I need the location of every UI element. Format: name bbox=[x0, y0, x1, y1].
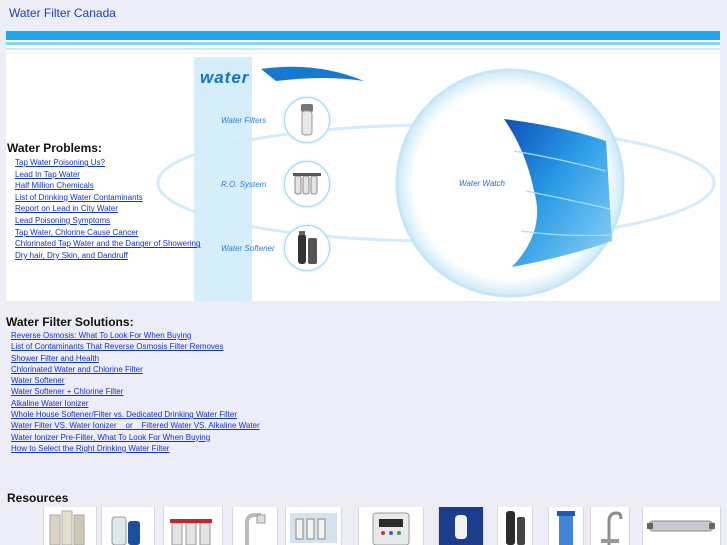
problem-link[interactable]: Dry hair, Dry Skin, and Dandruff bbox=[15, 251, 128, 260]
solution-link[interactable]: How to Select the Right Drinking Water F… bbox=[11, 444, 169, 453]
solution-link[interactable]: Water Ionizer Pre-Filter, What To Look F… bbox=[11, 433, 210, 442]
water-filters-label[interactable]: Water Filters bbox=[221, 116, 266, 125]
water-problems-list: Tap Water Poisoning Us? Lead In Tap Wate… bbox=[15, 157, 200, 261]
logo-swoosh bbox=[261, 66, 364, 81]
water-watch-label[interactable]: Water Watch bbox=[459, 179, 505, 188]
ro-unit-icon bbox=[293, 173, 321, 195]
water-filter-solutions-heading: Water Filter Solutions: bbox=[6, 315, 134, 329]
list-item: Chlorinated Tap Water and the Danger of … bbox=[15, 238, 200, 250]
problem-link[interactable]: Chlorinated Tap Water and the Danger of … bbox=[15, 239, 200, 248]
site-title[interactable]: Water Filter Canada bbox=[9, 6, 116, 20]
resource-thumbnail[interactable] bbox=[285, 507, 342, 545]
list-item: List of Contaminants That Reverse Osmosi… bbox=[11, 341, 260, 352]
list-item: How to Select the Right Drinking Water F… bbox=[11, 443, 260, 454]
faucet-filter-icon bbox=[245, 513, 266, 545]
triple-filter-icon bbox=[170, 519, 212, 545]
solution-link[interactable]: Water Softener bbox=[11, 376, 65, 385]
problem-link[interactable]: Tap Water Poisoning Us? bbox=[15, 158, 105, 167]
list-item: Dry hair, Dry Skin, and Dandruff bbox=[15, 250, 200, 262]
ro-system-label[interactable]: R.O. System bbox=[221, 180, 266, 189]
countertop-filter-icon bbox=[111, 516, 140, 545]
filter-cartridges-icon bbox=[49, 510, 85, 545]
problem-link[interactable]: Lead In Tap Water bbox=[15, 170, 80, 179]
resource-thumbnail[interactable] bbox=[642, 507, 721, 545]
housing-filter-icon bbox=[557, 511, 575, 545]
resource-thumbnail[interactable] bbox=[438, 507, 484, 545]
resource-thumbnail[interactable] bbox=[358, 507, 424, 545]
water-filter-solutions-list: Reverse Osmosis: What To Look For When B… bbox=[11, 330, 260, 454]
resource-thumbnail[interactable] bbox=[497, 507, 533, 545]
ro-system-product[interactable] bbox=[284, 161, 330, 207]
list-item: Whole House Softener/Filter vs. Dedicate… bbox=[11, 409, 260, 420]
solution-link[interactable]: Alkaline Water Ionizer bbox=[11, 399, 89, 408]
filter-cartridge-icon bbox=[301, 104, 313, 136]
water-ionizer-icon bbox=[372, 512, 410, 545]
solution-link[interactable]: Reverse Osmosis: What To Look For When B… bbox=[11, 331, 191, 340]
resource-thumbnail[interactable] bbox=[163, 507, 223, 545]
solution-link[interactable]: Water Softener + Chlorine Filter bbox=[11, 387, 123, 396]
ro-system-icon bbox=[290, 513, 337, 543]
solution-link[interactable]: Chlorinated Water and Chlorine Filter bbox=[11, 365, 143, 374]
list-item: Reverse Osmosis: What To Look For When B… bbox=[11, 330, 260, 341]
list-item: Tap Water Poisoning Us? bbox=[15, 157, 200, 169]
water-filter-product[interactable] bbox=[284, 97, 330, 143]
resource-thumbnail[interactable] bbox=[101, 507, 155, 545]
list-item: Lead In Tap Water bbox=[15, 169, 200, 181]
problem-link[interactable]: Tap Water, Chlorine Cause Cancer bbox=[15, 228, 138, 237]
uv-lamp-icon bbox=[647, 520, 715, 532]
solution-link[interactable]: Whole House Softener/Filter vs. Dedicate… bbox=[11, 410, 237, 419]
water-problems-heading: Water Problems: bbox=[7, 141, 102, 155]
solution-link[interactable]: List of Contaminants That Reverse Osmosi… bbox=[11, 342, 223, 351]
shower-filter-icon bbox=[439, 507, 483, 545]
list-item: Lead Poisoning Symptoms bbox=[15, 215, 200, 227]
solution-link[interactable]: Water Filter VS. Water Ionizer or Filter… bbox=[11, 421, 260, 430]
list-item: Alkaline Water Ionizer bbox=[11, 398, 260, 409]
resource-thumbnail[interactable] bbox=[590, 507, 630, 545]
solution-link[interactable]: Shower Filter and Health bbox=[11, 354, 99, 363]
resources-heading: Resources bbox=[7, 491, 69, 505]
list-item: Water Ionizer Pre-Filter, What To Look F… bbox=[11, 432, 260, 443]
problem-link[interactable]: List of Drinking Water Contaminants bbox=[15, 193, 143, 202]
list-item: Water Filter VS. Water Ionizer or Filter… bbox=[11, 420, 260, 431]
problem-link[interactable]: Report on Lead in City Water bbox=[15, 204, 118, 213]
chrome-faucet-icon bbox=[601, 511, 623, 545]
list-item: Chlorinated Water and Chlorine Filter bbox=[11, 364, 260, 375]
list-item: Tap Water, Chlorine Cause Cancer bbox=[15, 227, 200, 239]
resource-thumbnail[interactable] bbox=[548, 507, 584, 545]
problem-link[interactable]: Half Million Chemicals bbox=[15, 181, 94, 190]
problem-link[interactable]: Lead Poisoning Symptoms bbox=[15, 216, 110, 225]
logo-text[interactable]: water bbox=[200, 68, 249, 88]
list-item: Water Softener + Chlorine Filter bbox=[11, 386, 260, 397]
softener-tank-icon bbox=[506, 511, 525, 545]
resource-thumbnail[interactable] bbox=[232, 507, 278, 545]
resource-thumbnail[interactable] bbox=[43, 507, 97, 545]
list-item: Water Softener bbox=[11, 375, 260, 386]
water-softener-label[interactable]: Water Softener bbox=[221, 244, 275, 253]
water-softener-product[interactable] bbox=[284, 225, 330, 271]
list-item: Report on Lead in City Water bbox=[15, 203, 200, 215]
list-item: Half Million Chemicals bbox=[15, 180, 200, 192]
list-item: List of Drinking Water Contaminants bbox=[15, 192, 200, 204]
list-item: Shower Filter and Health bbox=[11, 353, 260, 364]
softener-tank-icon bbox=[298, 231, 317, 264]
